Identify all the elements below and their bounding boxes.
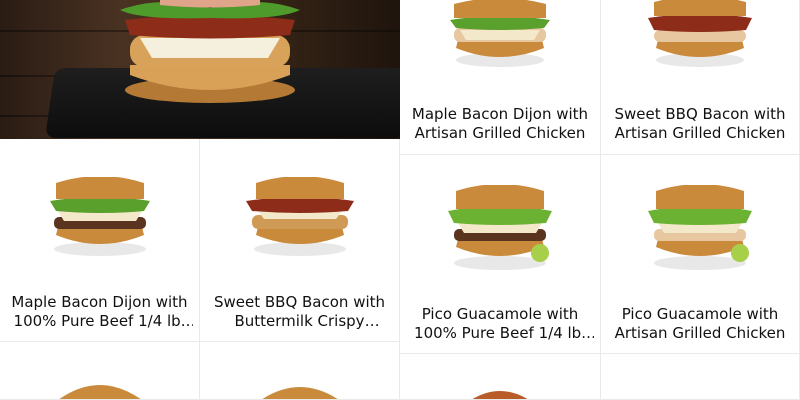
menu-card[interactable]: [200, 342, 400, 400]
menu-item-name: Pico Guacamole with Artisan Grilled Chic…: [614, 305, 786, 342]
menu-card-empty: [601, 354, 800, 400]
crispy-chicken-sandwich-icon: [245, 177, 354, 256]
guacamole-chicken-sandwich-icon: [648, 185, 752, 270]
burger-bun-icon: [262, 387, 337, 399]
menu-card[interactable]: [400, 354, 601, 400]
menu-card[interactable]: Pico Guacamole with Artisan Grilled Chic…: [601, 155, 800, 354]
menu-card[interactable]: Sweet BBQ Bacon with Artisan Grilled Chi…: [601, 0, 800, 155]
hero-image[interactable]: [0, 0, 400, 139]
menu-item-name: Pico Guacamole with 100% Pure Beef 1/4 l…: [414, 305, 586, 342]
hero-sandwich-icon: [120, 0, 300, 103]
menu-card[interactable]: Sweet BBQ Bacon with Buttermilk Crispy C…: [200, 139, 400, 342]
bbq-bacon-chicken-sandwich-icon: [648, 0, 752, 67]
menu-card[interactable]: Maple Bacon Dijon with Artisan Grilled C…: [400, 0, 601, 155]
grilled-chicken-sandwich-icon: [450, 0, 550, 67]
menu-item-name: Maple Bacon Dijon with Artisan Grilled C…: [411, 105, 589, 142]
burger-bun-icon: [472, 391, 528, 399]
menu-item-name: Sweet BBQ Bacon with Artisan Grilled Chi…: [614, 105, 786, 142]
menu-item-name: Maple Bacon Dijon with 100% Pure Beef 1/…: [11, 293, 188, 330]
menu-card[interactable]: Pico Guacamole with 100% Pure Beef 1/4 l…: [400, 155, 601, 354]
beef-burger-icon: [49, 177, 150, 256]
menu-item-name: Sweet BBQ Bacon with Buttermilk Crispy C…: [213, 293, 386, 330]
burger-bun-icon: [59, 385, 140, 399]
menu-card[interactable]: Maple Bacon Dijon with 100% Pure Beef 1/…: [0, 139, 200, 342]
guacamole-beef-burger-icon: [448, 185, 552, 270]
menu-card[interactable]: [0, 342, 200, 400]
